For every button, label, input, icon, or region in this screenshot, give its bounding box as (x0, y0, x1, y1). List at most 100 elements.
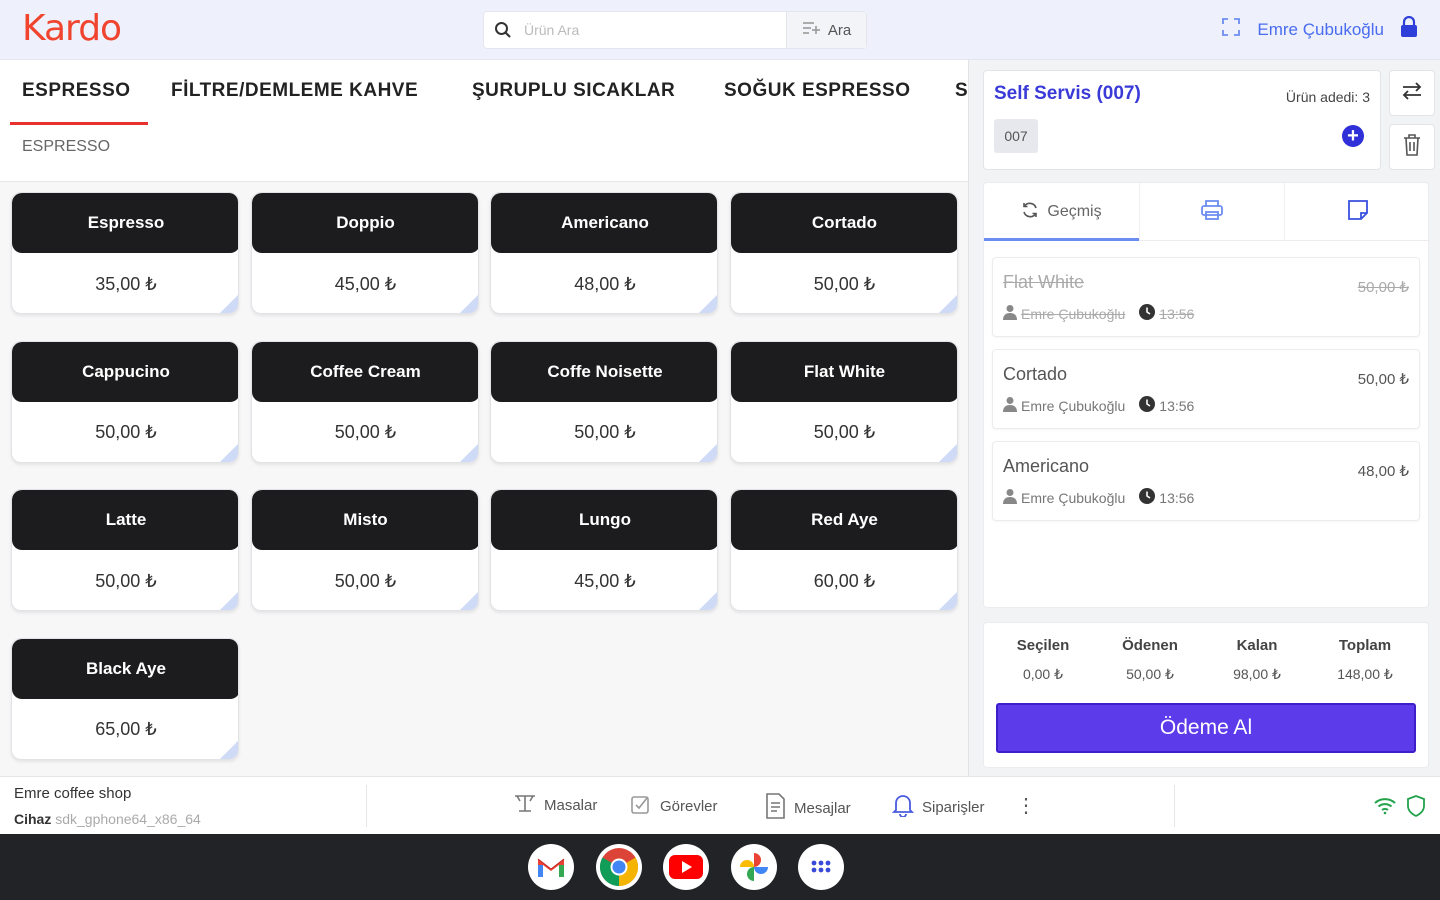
product-card[interactable]: Lungo 45,00 ₺ (490, 489, 718, 611)
note-icon (1346, 198, 1370, 227)
tab-more[interactable]: S (955, 80, 968, 102)
product-card[interactable]: Black Aye 65,00 ₺ (11, 637, 239, 760)
nav-tables-label: Masalar (544, 796, 598, 814)
search-button[interactable]: Ara (786, 12, 866, 48)
divider (366, 785, 367, 827)
product-grid: Espresso 35,00 ₺ Doppio 45,00 ₺ Americano 48,… (0, 182, 968, 776)
tab-history[interactable]: Geçmiş (984, 183, 1139, 241)
android-taskbar (0, 834, 1440, 900)
shop-name: Emre coffee shop (14, 785, 132, 802)
order-item[interactable]: Americano 48,00 ₺ Emre Çubukoğlu 13:56 (992, 441, 1420, 521)
app-drawer-icon[interactable] (798, 844, 844, 890)
product-card[interactable]: Latte 50,00 ₺ (11, 489, 239, 611)
order-item-time: 13:56 (1159, 489, 1195, 506)
printer-icon (1200, 199, 1224, 226)
total-column: Kalan 98,00 ₺ (1202, 637, 1312, 683)
total-column: Seçilen 0,00 ₺ (988, 637, 1098, 683)
product-name: Flat White (730, 341, 957, 402)
tab-suruplu-sicaklar[interactable]: ŞURUPLU SICAKLAR (472, 80, 675, 102)
card-corner-decoration (699, 592, 717, 610)
history-tabs: Geçmiş (984, 183, 1430, 241)
subcategory-label[interactable]: ESPRESSO (22, 138, 110, 156)
message-icon (764, 793, 786, 823)
subcategory-bar: ESPRESSO (0, 126, 968, 182)
product-card[interactable]: Misto 50,00 ₺ (250, 489, 479, 611)
order-item-name: Flat White (1003, 272, 1085, 292)
trash-icon (1402, 133, 1422, 162)
tab-print[interactable] (1139, 183, 1284, 241)
nav-orders[interactable]: Siparişler (891, 793, 985, 821)
product-name: Espresso (12, 193, 238, 253)
person-icon (1003, 396, 1017, 415)
card-corner-decoration (459, 592, 478, 610)
order-item[interactable]: Flat White 50,00 ₺ Emre Çubukoğlu 13:56 (992, 257, 1420, 337)
nav-tasks[interactable]: Görevler (630, 793, 718, 819)
tab-espresso[interactable]: ESPRESSO (22, 80, 131, 102)
tab-notes[interactable] (1284, 183, 1430, 241)
order-header: Self Servis (007) Ürün adedi: 3 007 + (983, 70, 1381, 170)
product-price: 50,00 ₺ (95, 570, 157, 591)
active-tab-indicator (10, 122, 148, 125)
device-info: Cihaz sdk_gphone64_x86_64 (14, 811, 201, 827)
transfer-button[interactable] (1389, 70, 1435, 116)
bell-icon (891, 793, 915, 821)
nav-tables[interactable]: Masalar (514, 793, 597, 817)
order-item-price: 50,00 ₺ (1357, 279, 1409, 296)
pay-button[interactable]: Ödeme Al (996, 703, 1416, 753)
card-corner-decoration (938, 295, 957, 313)
product-card[interactable]: Espresso 35,00 ₺ (11, 192, 239, 314)
search-input[interactable] (524, 12, 764, 48)
order-item[interactable]: Cortado 50,00 ₺ Emre Çubukoğlu 13:56 (992, 349, 1420, 429)
total-value: 98,00 ₺ (1233, 666, 1281, 682)
count-label: Ürün adedi: (1285, 89, 1359, 105)
product-price: 45,00 ₺ (334, 273, 397, 294)
product-card[interactable]: Americano 48,00 ₺ (490, 192, 718, 314)
photos-icon[interactable] (731, 844, 777, 890)
total-value: 50,00 ₺ (1126, 666, 1174, 682)
product-price: 50,00 ₺ (334, 422, 397, 442)
tab-soguk-espresso[interactable]: SOĞUK ESPRESSO (724, 80, 911, 102)
total-label: Kalan (1236, 637, 1278, 654)
lock-icon[interactable] (1400, 15, 1418, 43)
header-actions: Emre Çubukoğlu (1221, 15, 1418, 43)
product-price: 35,00 ₺ (95, 273, 157, 294)
order-item-user: Emre Çubukoğlu (1021, 305, 1126, 322)
tab-filtre-demleme[interactable]: FİLTRE/DEMLEME KAHVE (171, 80, 418, 102)
clock-icon (1139, 304, 1156, 323)
nav-messages[interactable]: Mesajlar (764, 793, 851, 823)
nav-orders-label: Siparişler (922, 798, 985, 816)
delete-order-button[interactable] (1389, 124, 1435, 170)
totals-panel: Seçilen 0,00 ₺ Ödenen 50,00 ₺ Kalan 98,00 ₺ To… (983, 622, 1429, 768)
chrome-icon[interactable] (596, 844, 642, 890)
more-menu-icon[interactable]: ⋮ (1016, 793, 1036, 818)
fullscreen-icon[interactable] (1221, 17, 1241, 42)
clock-icon (1139, 488, 1156, 507)
product-price: 50,00 ₺ (95, 422, 157, 442)
nav-messages-label: Mesajlar (794, 799, 851, 817)
product-card[interactable]: Coffe Noisette 50,00 ₺ (490, 340, 718, 463)
user-name[interactable]: Emre Çubukoğlu (1257, 20, 1384, 40)
product-card[interactable]: Flat White 50,00 ₺ (729, 340, 958, 463)
product-price: 50,00 ₺ (813, 273, 876, 294)
order-title[interactable]: Self Servis (007) (994, 83, 1141, 105)
tasks-icon (630, 793, 652, 819)
product-card[interactable]: Doppio 45,00 ₺ (250, 192, 479, 314)
product-card[interactable]: Red Aye 60,00 ₺ (729, 489, 958, 611)
product-card[interactable]: Cortado 50,00 ₺ (729, 192, 958, 314)
product-name: Black Aye (12, 638, 238, 699)
order-item-meta: Emre Çubukoğlu 13:56 (1003, 396, 1194, 415)
status-footer: Emre coffee shop Cihaz sdk_gphone64_x86_… (0, 776, 1440, 834)
product-name: Lungo (491, 490, 717, 550)
product-price: 50,00 ₺ (574, 422, 636, 442)
card-corner-decoration (699, 443, 717, 462)
gmail-icon[interactable] (528, 844, 574, 890)
add-order-button[interactable]: + (1342, 125, 1364, 147)
product-name: Cortado (730, 193, 957, 253)
order-item-time: 13:56 (1159, 397, 1195, 414)
total-label: Seçilen (1016, 637, 1070, 654)
product-card[interactable]: Coffee Cream 50,00 ₺ (250, 340, 479, 463)
swap-icon (1400, 80, 1424, 107)
count-value: 3 (1362, 89, 1370, 105)
product-card[interactable]: Cappucino 50,00 ₺ (11, 340, 239, 463)
youtube-icon[interactable] (663, 844, 709, 890)
